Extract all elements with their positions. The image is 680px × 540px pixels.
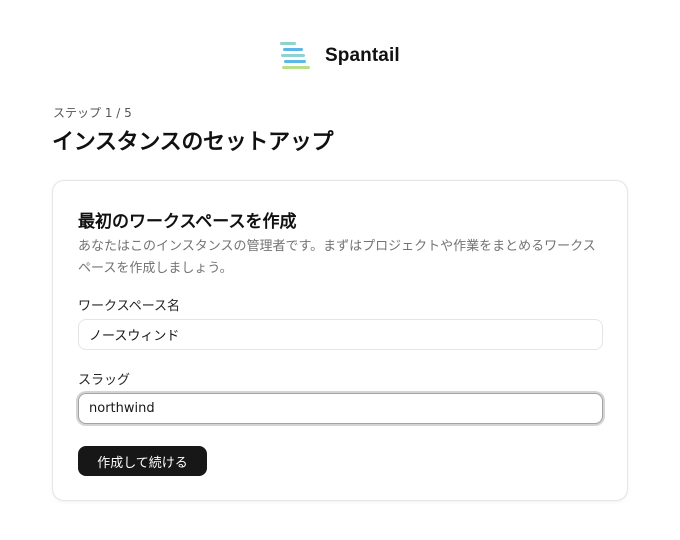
page-title: インスタンスのセットアップ bbox=[52, 130, 334, 155]
workspace-name-label: ワークスペース名 bbox=[78, 299, 181, 314]
brand-name: Spantail bbox=[325, 45, 400, 66]
workspace-name-input[interactable] bbox=[78, 319, 603, 350]
step-indicator: ステップ 1 / 5 bbox=[53, 106, 132, 120]
create-workspace-card: 最初のワークスペースを作成 あなたはこのインスタンスの管理者です。まずはプロジェ… bbox=[52, 180, 628, 501]
card-description: あなたはこのインスタンスの管理者です。まずはプロジェクトや作業をまとめるワークス… bbox=[78, 239, 596, 276]
striped-bars-logo-icon bbox=[280, 42, 310, 69]
slug-input[interactable] bbox=[78, 393, 603, 424]
create-and-continue-button[interactable]: 作成して続ける bbox=[78, 446, 207, 476]
brand-logo: Spantail bbox=[279, 40, 400, 72]
slug-label: スラッグ bbox=[78, 373, 131, 388]
card-title: 最初のワークスペースを作成 bbox=[78, 212, 297, 232]
